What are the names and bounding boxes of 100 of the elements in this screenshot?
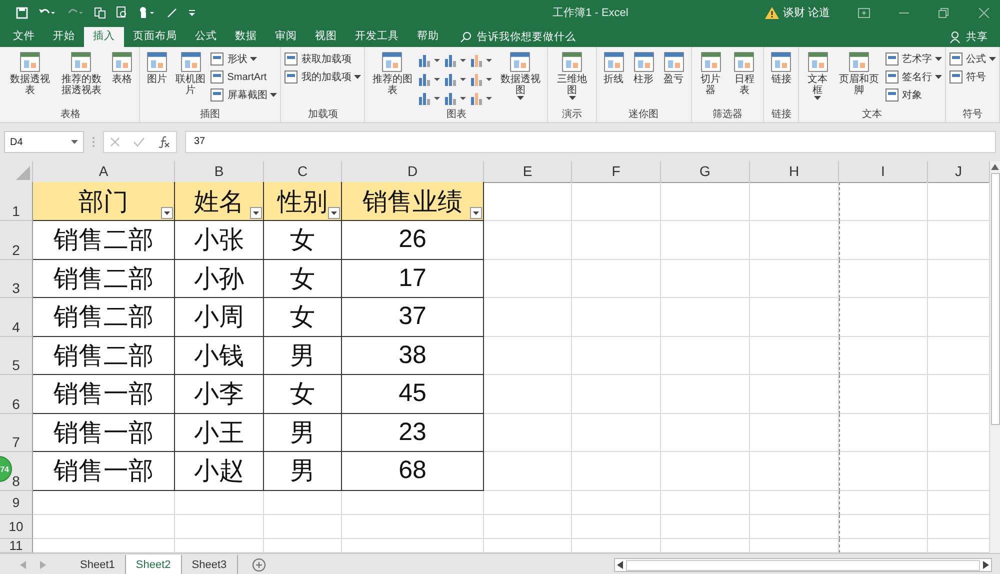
empty-cell[interactable] — [750, 514, 839, 538]
scrollbar-thumb[interactable] — [626, 560, 980, 570]
ribbon-button[interactable]: 我的加载项 — [284, 70, 362, 84]
empty-cell[interactable] — [484, 514, 572, 538]
header-cell[interactable]: 销售业绩 — [342, 182, 484, 221]
empty-cell[interactable] — [484, 375, 572, 414]
ribbon-button[interactable]: 联机图片 — [173, 50, 208, 108]
ribbon-button[interactable]: SmartArt — [210, 70, 278, 84]
empty-cell[interactable] — [839, 221, 928, 260]
empty-cell[interactable] — [661, 452, 750, 490]
table-cell[interactable]: 37 — [342, 298, 484, 336]
column-header[interactable]: E — [484, 161, 572, 183]
empty-cell[interactable] — [484, 336, 572, 375]
ribbon-button[interactable]: 形状 — [210, 52, 278, 66]
chart-icon[interactable] — [418, 71, 442, 87]
row-header[interactable]: 4 — [0, 298, 33, 336]
empty-cell[interactable] — [750, 490, 839, 514]
table-cell[interactable]: 销售二部 — [33, 221, 175, 260]
sheet-tab[interactable]: Sheet2 — [126, 554, 182, 574]
ribbon-tab[interactable]: 开始 — [44, 27, 84, 47]
empty-cell[interactable] — [484, 221, 572, 260]
table-cell[interactable]: 小张 — [175, 221, 264, 260]
add-sheet-icon[interactable] — [252, 558, 266, 572]
scroll-left-icon[interactable] — [617, 561, 623, 569]
ribbon-tab[interactable]: 公式 — [186, 27, 226, 47]
row-header[interactable]: 11 — [0, 538, 33, 553]
empty-cell[interactable] — [750, 221, 839, 260]
scroll-right-icon[interactable] — [983, 561, 989, 569]
table-cell[interactable]: 女 — [264, 221, 342, 260]
user-name[interactable]: 谈财 论道 — [782, 5, 830, 20]
save-icon[interactable] — [16, 6, 28, 18]
ribbon-button[interactable]: 数据透视表 — [5, 50, 55, 108]
filter-dropdown-icon[interactable] — [161, 207, 173, 219]
ribbon-button[interactable]: 获取加载项 — [284, 52, 362, 66]
column-header[interactable]: G — [661, 161, 750, 183]
table-cell[interactable]: 销售一部 — [33, 452, 175, 490]
row-header[interactable]: 2 — [0, 221, 33, 260]
table-cell[interactable]: 女 — [264, 260, 342, 298]
empty-cell[interactable] — [750, 452, 839, 490]
copy-icon[interactable] — [94, 6, 106, 18]
ribbon-button[interactable]: 数据透视图 — [496, 50, 544, 108]
ribbon-tab[interactable]: 页面布局 — [124, 27, 186, 47]
empty-cell[interactable] — [750, 298, 839, 336]
header-cell[interactable]: 部门 — [33, 182, 175, 221]
empty-cell[interactable] — [572, 414, 661, 452]
ribbon-button[interactable]: 链接 — [767, 50, 796, 108]
empty-cell[interactable] — [839, 182, 928, 221]
empty-cell[interactable] — [750, 260, 839, 298]
empty-cell[interactable] — [750, 375, 839, 414]
empty-cell[interactable] — [342, 490, 484, 514]
table-cell[interactable]: 小李 — [175, 375, 264, 414]
empty-cell[interactable] — [572, 298, 661, 336]
empty-cell[interactable] — [484, 452, 572, 490]
ribbon-tab[interactable]: 审阅 — [266, 27, 306, 47]
tell-me-search[interactable]: 告诉我你想要做什么 — [460, 27, 576, 47]
ribbon-button[interactable]: 盈亏 — [660, 50, 688, 108]
table-cell[interactable]: 销售二部 — [33, 260, 175, 298]
table-cell[interactable]: 女 — [264, 298, 342, 336]
chart-icon[interactable] — [418, 90, 442, 106]
table-cell[interactable]: 销售二部 — [33, 298, 175, 336]
ribbon-display-icon[interactable] — [858, 8, 870, 18]
empty-cell[interactable] — [839, 414, 928, 452]
table-cell[interactable]: 女 — [264, 375, 342, 414]
table-cell[interactable]: 小王 — [175, 414, 264, 452]
table-cell[interactable]: 小钱 — [175, 336, 264, 375]
ribbon-button[interactable]: 表格 — [108, 50, 136, 108]
ribbon-tab[interactable]: 插入 — [84, 27, 124, 47]
sheet-tab[interactable]: Sheet3 — [182, 554, 238, 574]
table-cell[interactable]: 销售一部 — [33, 375, 175, 414]
empty-cell[interactable] — [175, 490, 264, 514]
table-cell[interactable]: 小赵 — [175, 452, 264, 490]
ribbon-button[interactable]: 推荐的图表 — [368, 50, 416, 108]
empty-cell[interactable] — [750, 414, 839, 452]
table-cell[interactable]: 45 — [342, 375, 484, 414]
empty-cell[interactable] — [484, 298, 572, 336]
table-cell[interactable]: 销售二部 — [33, 336, 175, 375]
ribbon-button[interactable]: 文本框 — [802, 50, 833, 108]
row-header[interactable]: 7 — [0, 414, 33, 452]
close-icon[interactable] — [978, 8, 990, 18]
empty-cell[interactable] — [661, 260, 750, 298]
ribbon-tab[interactable]: 视图 — [306, 27, 346, 47]
name-box[interactable]: D4 — [4, 131, 84, 153]
empty-cell[interactable] — [661, 375, 750, 414]
ribbon-button[interactable]: 切片器 — [694, 50, 727, 108]
table-cell[interactable]: 26 — [342, 221, 484, 260]
row-header[interactable]: 6 — [0, 375, 33, 414]
table-cell[interactable]: 23 — [342, 414, 484, 452]
empty-cell[interactable] — [572, 375, 661, 414]
empty-cell[interactable] — [661, 182, 750, 221]
empty-cell[interactable] — [839, 514, 928, 538]
ribbon-button[interactable]: 符号 — [948, 70, 996, 84]
empty-cell[interactable] — [342, 514, 484, 538]
scroll-up-icon[interactable] — [991, 164, 999, 170]
table-cell[interactable]: 男 — [264, 336, 342, 375]
share-button[interactable]: 共享 — [950, 27, 1000, 47]
ribbon-button[interactable]: 三维地图 — [551, 50, 593, 108]
restore-icon[interactable] — [938, 8, 950, 18]
formula-field[interactable]: 37 — [185, 131, 996, 153]
table-cell[interactable]: 销售一部 — [33, 414, 175, 452]
empty-cell[interactable] — [839, 298, 928, 336]
